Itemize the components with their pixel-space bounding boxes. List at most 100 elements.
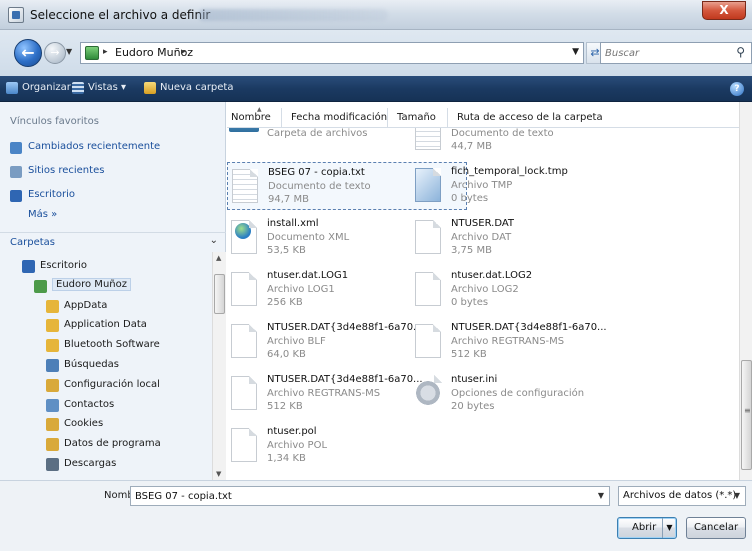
file-size: 20 bytes xyxy=(451,401,495,412)
file-tile[interactable]: Documento de texto 44,7 MB xyxy=(411,128,651,158)
new-folder-button[interactable]: Nueva carpeta xyxy=(160,82,233,93)
open-options-dropdown[interactable]: ▼ xyxy=(662,518,676,538)
file-type: Archivo REGTRANS-MS xyxy=(267,388,381,399)
file-type-select[interactable]: Archivos de datos (*.*) ▼ xyxy=(618,486,746,506)
filename-input[interactable] xyxy=(135,489,575,503)
more-links[interactable]: Más » xyxy=(28,209,57,220)
file-type: Archivo REGTRANS-MS xyxy=(451,336,565,347)
filename-combobox[interactable]: ▼ xyxy=(130,486,610,506)
file-size: 94,7 MB xyxy=(268,194,309,205)
file-tiles: Carpeta de archivos Documento de texto 44,… xyxy=(227,128,739,480)
recent-pages-dropdown[interactable]: ▼ xyxy=(66,47,72,56)
tree-item-label: Contactos xyxy=(64,398,115,410)
close-button[interactable]: X xyxy=(702,1,746,20)
breadcrumb-separator[interactable]: ▸ xyxy=(181,47,186,57)
file-type: Carpeta de archivos xyxy=(267,128,368,139)
search-icon[interactable]: ⚲ xyxy=(736,45,745,59)
file-type: Archivo DAT xyxy=(451,232,512,243)
file-name: NTUSER.DAT{3d4e88f1-6a70... xyxy=(267,374,423,385)
file-type: Documento de texto xyxy=(451,128,554,139)
file-name: ntuser.pol xyxy=(267,426,317,437)
shortcut-folder-icon xyxy=(46,378,59,392)
views-button[interactable]: Vistas ▾ xyxy=(88,82,126,93)
file-tile[interactable]: NTUSER.DAT Archivo DAT 3,75 MB xyxy=(411,214,651,262)
folders-label: Carpetas xyxy=(10,237,55,248)
file-icon xyxy=(415,220,441,254)
column-divider[interactable] xyxy=(447,108,448,128)
file-name: ntuser.ini xyxy=(451,374,498,385)
scroll-thumb[interactable] xyxy=(741,360,752,470)
folder-tree-scrollbar[interactable]: ▲ ▼ xyxy=(212,252,226,480)
file-size: 512 KB xyxy=(267,401,303,412)
column-header-size[interactable]: Tamaño xyxy=(397,112,436,123)
file-type: Archivo TMP xyxy=(451,180,513,191)
organize-button[interactable]: Organizar ▾ xyxy=(22,82,79,93)
scroll-up-icon[interactable]: ▲ xyxy=(216,254,221,262)
address-dropdown-icon[interactable]: ▼ xyxy=(572,47,579,57)
tree-item-label: Cookies xyxy=(64,418,104,430)
file-tile[interactable]: fich_temporal_lock.tmp Archivo TMP 0 bytes xyxy=(411,162,651,210)
file-tile[interactable]: ntuser.pol Archivo POL 1,34 KB xyxy=(227,422,467,470)
file-size: 512 KB xyxy=(451,349,487,360)
app-icon xyxy=(8,7,24,23)
favorite-label: Escritorio xyxy=(28,189,75,200)
searches-folder-icon xyxy=(46,359,59,372)
file-name: ntuser.dat.LOG2 xyxy=(451,270,533,281)
bottom-panel: Nombre: ▼ Archivos de datos (*.*) ▼ Abri… xyxy=(0,480,752,551)
file-name: ntuser.dat.LOG1 xyxy=(267,270,349,281)
search-box[interactable]: ⚲ xyxy=(600,42,752,64)
cancel-button[interactable]: Cancelar xyxy=(686,517,746,539)
title-bar: Seleccione el archivo a definir X xyxy=(0,0,752,30)
column-header-path[interactable]: Ruta de acceso de la carpeta xyxy=(457,112,603,123)
open-button-label: Abrir xyxy=(632,522,657,533)
chevron-down-icon[interactable]: ▼ xyxy=(598,491,604,500)
tree-item-label: Datos de programa xyxy=(64,438,161,450)
tree-item-label: Escritorio xyxy=(40,260,87,271)
file-size: 1,34 KB xyxy=(267,453,306,464)
file-icon xyxy=(231,428,257,462)
chevron-down-icon[interactable]: ▼ xyxy=(734,491,740,500)
toolbar: Organizar ▾ Vistas ▾ Nueva carpeta ? xyxy=(0,76,752,102)
refresh-icon: ⇄ xyxy=(590,46,600,59)
file-type: Archivo LOG2 xyxy=(451,284,519,295)
blurred-caption xyxy=(198,9,388,21)
file-icon xyxy=(231,272,257,306)
folder-icon xyxy=(46,319,59,333)
file-size: 53,5 KB xyxy=(267,245,306,256)
file-tile[interactable]: NTUSER.DAT{3d4e88f1-6a70... Archivo REGTR… xyxy=(411,318,651,366)
scroll-thumb[interactable] xyxy=(214,274,225,314)
help-button[interactable]: ? xyxy=(730,82,744,96)
tree-item-label: AppData xyxy=(64,299,108,311)
tree-item-label: Bluetooth Software xyxy=(64,339,160,351)
column-divider[interactable] xyxy=(387,108,388,128)
file-type: Documento de texto xyxy=(268,181,371,192)
text-file-icon xyxy=(415,128,441,150)
folder-icon xyxy=(46,339,59,353)
file-tile[interactable]: ntuser.dat.LOG2 Archivo LOG2 0 bytes xyxy=(411,266,651,314)
breadcrumb-separator[interactable]: ▸ xyxy=(103,47,108,57)
column-divider[interactable] xyxy=(281,108,282,128)
column-header-date[interactable]: Fecha modificación xyxy=(291,112,387,123)
recent-places-icon xyxy=(10,166,22,178)
desktop-icon xyxy=(10,190,22,202)
chevron-down-icon[interactable]: ⌄ xyxy=(210,235,218,246)
back-button[interactable]: ← xyxy=(14,39,42,67)
tree-item-label: Búsquedas xyxy=(64,359,119,370)
favorites-header: Vínculos favoritos xyxy=(10,116,99,127)
column-header-name[interactable]: Nombre xyxy=(231,112,271,123)
tmp-file-icon xyxy=(415,168,441,202)
file-list-scrollbar[interactable]: ≡ xyxy=(739,102,752,480)
desktop-icon xyxy=(22,260,35,273)
tree-item-label: Application Data xyxy=(64,319,147,331)
open-button[interactable]: Abrir ▼ xyxy=(617,517,677,539)
scroll-down-icon[interactable]: ▼ xyxy=(216,470,221,478)
forward-button[interactable]: → xyxy=(44,42,66,64)
new-folder-icon xyxy=(144,82,156,94)
file-tile[interactable]: ntuser.ini Opciones de configuración 20 by… xyxy=(411,370,651,418)
downloads-folder-icon xyxy=(46,458,59,471)
address-box[interactable]: ▸ Eudoro Muñoz ▸ ▼ xyxy=(80,42,584,64)
file-type-value: Archivos de datos (*.*) xyxy=(623,490,737,501)
folders-header[interactable]: Carpetas ⌄ xyxy=(0,232,226,252)
file-icon xyxy=(231,376,257,410)
search-input[interactable] xyxy=(605,45,725,61)
